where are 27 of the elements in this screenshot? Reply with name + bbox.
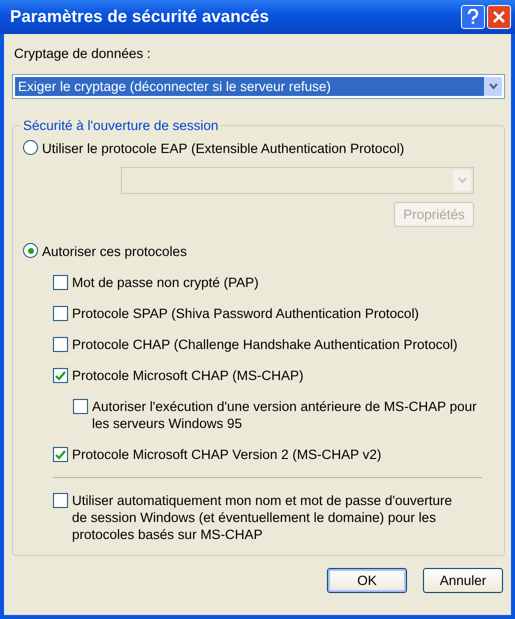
checkbox-label[interactable]: Mot de passe non crypté (PAP)	[72, 274, 259, 292]
close-button[interactable]	[487, 5, 511, 29]
close-icon	[492, 10, 506, 24]
checkbox-label[interactable]: Protocole Microsoft CHAP Version 2 (MS-CHAP v2)	[72, 446, 382, 464]
checkbox-label[interactable]: Protocole CHAP (Challenge Handshake Authentication Protocol)	[72, 336, 458, 354]
checkbox-label[interactable]: Protocole Microsoft CHAP (MS-CHAP)	[72, 367, 304, 384]
dialog-button[interactable]: OK	[327, 568, 407, 594]
checkbox[interactable]	[53, 493, 68, 508]
checkbox[interactable]	[53, 447, 68, 462]
encryption-dropdown[interactable]: Exiger le cryptage (déconnecter si le serveur refuse)	[12, 74, 505, 100]
field-label: Cryptage de données :	[14, 45, 152, 63]
radio-button[interactable]	[23, 243, 38, 258]
checkbox-label[interactable]: Protocole SPAP (Shiva Password Authentication Protocol)	[72, 305, 419, 322]
checkbox[interactable]	[53, 368, 68, 384]
checkbox[interactable]	[73, 399, 88, 414]
help-icon	[467, 9, 479, 25]
radio-label[interactable]: Utiliser le protocole EAP (Extensible Authentication Protocol)	[42, 140, 404, 158]
help-button[interactable]	[461, 5, 485, 29]
window-title: Paramètres de sécurité avancés	[10, 6, 270, 28]
checkbox[interactable]	[53, 306, 68, 322]
radio-label[interactable]: Autoriser ces protocoles	[42, 243, 187, 260]
checkbox-label[interactable]: Autoriser l'exécution d'une version antérieure de MS-CHAP pour les serveurs Windows 95	[92, 398, 494, 432]
checkbox[interactable]	[53, 275, 68, 290]
checkbox-label[interactable]: Utiliser automatiquement mon nom et mot de passe d'ouverture de session Windows (et éventuellement le domaine) pour les protocoles basés sur MS-CHAP	[72, 492, 454, 544]
checkbox[interactable]	[53, 337, 68, 352]
dialog-button[interactable]: Annuler	[423, 568, 503, 594]
radio-button[interactable]	[23, 140, 38, 156]
